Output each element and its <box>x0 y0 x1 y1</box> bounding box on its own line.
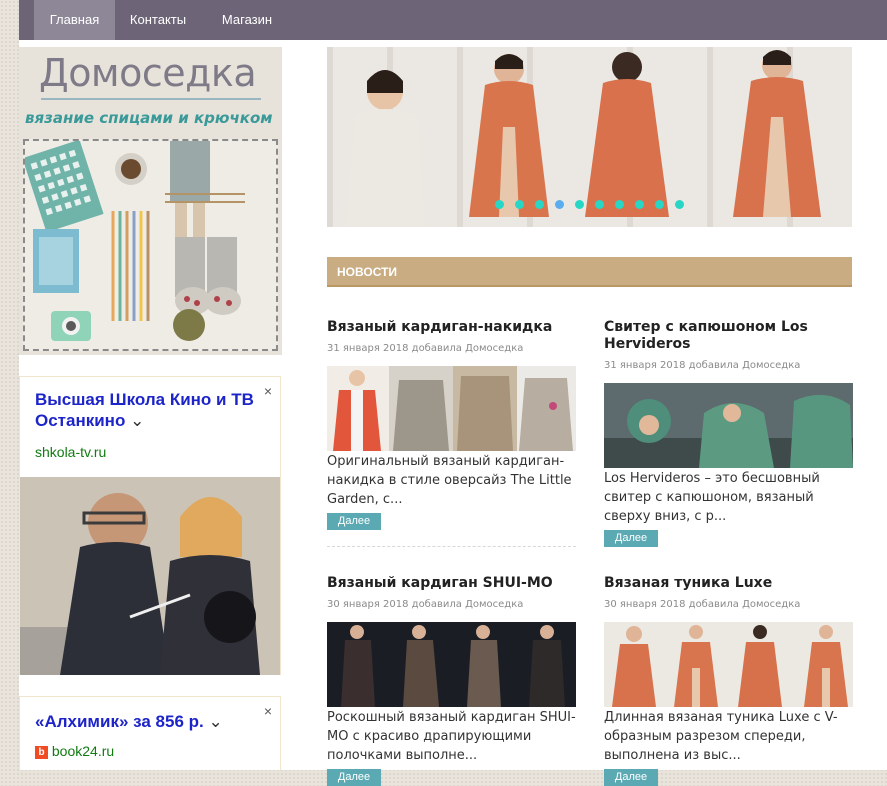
ad-photo-illustration <box>20 477 280 675</box>
slider-dot[interactable] <box>495 200 504 209</box>
post-title[interactable]: Вязаный кардиган-накидка <box>327 319 576 336</box>
image-slider[interactable] <box>327 47 852 227</box>
post-excerpt: Los Hervideros – это бесшовный свитер с … <box>604 471 820 524</box>
post-excerpt: Оригинальный вязаный кардиган-накидка в … <box>327 454 572 507</box>
slider-dot[interactable] <box>535 200 544 209</box>
read-more-button[interactable]: Далее <box>327 513 381 530</box>
page: Главная Контакты Магазин Домоседка вязан… <box>19 0 887 786</box>
chevron-down-icon[interactable]: ⌄ <box>208 712 222 731</box>
nav-item-home[interactable]: Главная <box>34 0 115 40</box>
logo-title: Домоседка <box>39 51 257 95</box>
read-more-button[interactable]: Далее <box>604 769 658 786</box>
slider-dot[interactable] <box>515 200 524 209</box>
close-icon[interactable]: × <box>264 383 272 399</box>
post-thumbnail[interactable] <box>604 383 853 468</box>
post-title[interactable]: Вязаный кардиган SHUI-MO <box>327 575 576 592</box>
slider-dot[interactable] <box>555 200 564 209</box>
post-thumbnail[interactable] <box>327 366 576 451</box>
news-heading: НОВОСТИ <box>337 265 398 279</box>
knitting-illustration <box>22 139 245 341</box>
post-thumbnail-photo <box>604 622 853 707</box>
book24-favicon-icon: b <box>35 745 48 759</box>
post-excerpt: Длинная вязаная туника Luxe с V-образным… <box>604 710 838 763</box>
post-thumbnail[interactable] <box>604 622 853 707</box>
ad-block-book[interactable]: «Алхимик» за 856 р. ⌄ × b book24.ru <box>19 696 281 770</box>
chevron-down-icon[interactable]: ⌄ <box>130 411 144 430</box>
nav-item-contacts[interactable]: Контакты <box>115 0 201 40</box>
logo-knitting-photo <box>22 139 278 351</box>
nav-item-shop[interactable]: Магазин <box>205 0 289 40</box>
logo-subtitle: вязание спицами и крючком <box>25 109 273 127</box>
post-meta: 30 января 2018 добавила Домоседка <box>327 599 524 610</box>
slider-dot[interactable] <box>615 200 624 209</box>
slider-dot[interactable] <box>575 200 584 209</box>
ad-title[interactable]: «Алхимик» за 856 р. ⌄ <box>35 711 267 732</box>
slider-dot[interactable] <box>595 200 604 209</box>
slider-dot[interactable] <box>675 200 684 209</box>
post-title[interactable]: Вязаная туника Luxe <box>604 575 853 592</box>
slider-photo <box>327 47 852 227</box>
post-excerpt: Роскошный вязаный кардиган SHUI-MO с кра… <box>327 710 576 763</box>
post-thumbnail-photo <box>604 383 853 468</box>
post-meta: 31 января 2018 добавила Домоседка <box>327 343 524 354</box>
post-thumbnail-photo <box>327 366 576 451</box>
news-post: Вязаный кардиган-накидка 31 января 2018 … <box>327 319 576 549</box>
close-icon[interactable]: × <box>264 703 272 719</box>
ad-url[interactable]: shkola-tv.ru <box>35 444 106 460</box>
post-thumbnail[interactable] <box>327 622 576 707</box>
post-divider <box>327 546 576 547</box>
news-section-header: НОВОСТИ <box>327 257 852 287</box>
ad-block-school[interactable]: Высшая Школа Кино и ТВ Останкино ⌄ × shk… <box>19 376 281 675</box>
news-post: Свитер с капюшоном Los Hervideros 31 янв… <box>604 319 853 549</box>
ad-image[interactable] <box>20 477 280 675</box>
news-post: Вязаная туника Luxe 30 января 2018 добав… <box>604 575 853 786</box>
post-thumbnail-photo <box>327 622 576 707</box>
slider-dot[interactable] <box>655 200 664 209</box>
news-post: Вязаный кардиган SHUI-MO 30 января 2018 … <box>327 575 576 786</box>
logo-underline <box>41 98 261 100</box>
ad-url[interactable]: b book24.ru <box>35 743 114 759</box>
post-title[interactable]: Свитер с капюшоном Los Hervideros <box>604 319 853 353</box>
read-more-button[interactable]: Далее <box>604 530 658 547</box>
site-logo[interactable]: Домоседка вязание спицами и крючком <box>19 47 282 355</box>
post-meta: 30 января 2018 добавила Домоседка <box>604 599 801 610</box>
read-more-button[interactable]: Далее <box>327 769 381 786</box>
slider-dot[interactable] <box>635 200 644 209</box>
top-nav: Главная Контакты Магазин <box>19 0 887 40</box>
post-meta: 31 января 2018 добавила Домоседка <box>604 360 801 371</box>
ad-title[interactable]: Высшая Школа Кино и ТВ Останкино ⌄ <box>35 389 267 431</box>
